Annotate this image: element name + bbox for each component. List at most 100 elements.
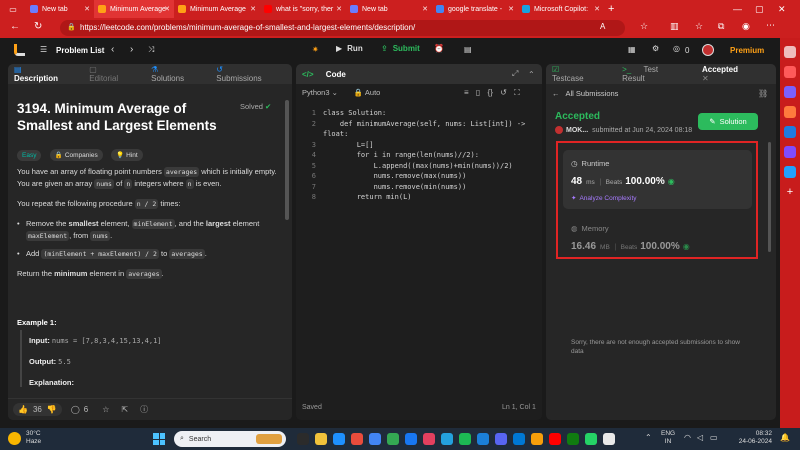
code-line[interactable]: L.append((max(nums)+min(nums))/2) [323,161,537,172]
favorites-icon[interactable]: ☆ [695,21,703,32]
all-submissions-link[interactable]: ← All Submissions [552,89,618,98]
code-editor[interactable]: class Solution: def minimumAverage(self,… [323,108,537,203]
browser-tab[interactable]: what is "sorry, ther ✕ [260,0,346,18]
pinned-app-icon[interactable] [405,433,417,445]
pinned-app-icon[interactable] [495,433,507,445]
username[interactable]: MOK... [566,127,588,134]
pinned-app-icon[interactable] [369,433,381,445]
close-tab-icon[interactable]: ✕ [702,74,709,83]
close-tab-icon[interactable]: ✕ [422,5,428,13]
pinned-app-icon[interactable] [297,433,309,445]
pinned-app-icon[interactable] [387,433,399,445]
run-button[interactable]: ▶ Run [336,44,363,53]
games-sidebar-icon[interactable] [784,146,796,158]
code-line[interactable]: nums.remove(max(nums)) [323,171,537,182]
weather-sun-icon[interactable] [8,432,21,445]
close-tab-icon[interactable]: ✕ [336,5,342,13]
hint-tag[interactable]: 💡 Hint [111,149,143,161]
tab-test-result[interactable]: >_ Test Result [622,65,692,83]
close-tab-icon[interactable]: ✕ [250,5,256,13]
code-line[interactable]: nums.remove(min(nums)) [323,182,537,193]
browser-tab[interactable]: Minimum Average ✕ [94,0,174,18]
tab-code[interactable]: </> Code [302,70,356,79]
minimize-icon[interactable]: — [733,4,742,14]
streak-fire-icon[interactable]: ◎ [673,44,680,53]
expand-icon[interactable]: ⤢ [512,69,518,79]
start-icon[interactable] [153,433,165,445]
tab-editorial[interactable]: ▢ Editorial [89,65,141,83]
reload-icon[interactable]: ↻ [34,21,42,32]
bookmark-icon[interactable]: ▯ [476,88,480,97]
wifi-icon[interactable]: ◠ [684,433,691,442]
pinned-app-icon[interactable] [333,433,345,445]
code-line[interactable]: return min(L) [323,192,537,203]
result-scrollbar[interactable] [768,142,771,252]
premium-link[interactable]: Premium [730,46,764,55]
like-button[interactable]: 👍 36 👎 [13,403,62,416]
profile-icon[interactable]: ◉ [742,21,750,32]
pinned-app-icon[interactable] [477,433,489,445]
search-sidebar-icon[interactable] [784,46,796,58]
code-line[interactable]: class Solution: [323,108,537,119]
reset-icon[interactable]: ↺ [500,88,507,97]
clock[interactable]: 08:32 24-06-2024 [728,430,772,446]
pinned-app-icon[interactable] [567,433,579,445]
help-icon[interactable]: ⓘ [140,404,148,415]
copilot-sidebar-icon[interactable] [784,86,796,98]
pinned-app-icon[interactable] [603,433,615,445]
debug-icon[interactable]: ✷ [312,45,319,54]
language-indicator[interactable]: ENG IN [661,430,675,446]
back-icon[interactable]: ← [10,21,20,32]
search-box[interactable]: ⌕ Search [174,431,286,447]
browser-tab[interactable]: Minimum Average ✕ [174,0,260,18]
comment-icon[interactable]: ◯ [71,405,80,414]
note-icon[interactable]: ≡ [464,88,469,97]
split-screen-icon[interactable]: ▥ [670,21,679,32]
tools-sidebar-icon[interactable] [784,66,796,78]
browser-tab[interactable]: New tab ✕ [26,0,94,18]
browser-tab[interactable]: New tab ✕ [346,0,432,18]
favorite-star-icon[interactable]: ☆ [640,21,648,32]
tab-submissions[interactable]: ↺ Submissions [216,65,282,83]
url-field[interactable]: 🔒 https://leetcode.com/problems/minimum-a… [60,20,625,36]
battery-icon[interactable]: ▭ [710,433,718,442]
description-scrollbar[interactable] [285,100,289,220]
pinned-app-icon[interactable] [315,433,327,445]
notification-bell-icon[interactable]: 🔔 [780,433,790,442]
tray-chevron-icon[interactable]: ⌃ [645,433,652,442]
pinned-app-icon[interactable] [531,433,543,445]
close-window-icon[interactable]: ✕ [778,4,786,15]
companies-tag[interactable]: 🔒 Companies [49,149,103,161]
prev-problem-icon[interactable]: ‹ [111,44,114,55]
drop-sidebar-icon[interactable] [784,166,796,178]
tab-accepted[interactable]: Accepted ✕ [702,65,766,83]
problem-list-link[interactable]: Problem List [56,46,104,55]
avatar[interactable] [702,44,714,56]
code-line[interactable]: L=[] [323,140,537,151]
notes-icon[interactable]: ▤ [464,45,472,54]
collapse-icon[interactable]: ⌃ [528,70,535,79]
submit-button[interactable]: ⇪ Submit [381,44,420,53]
volume-icon[interactable]: ◁ [697,433,703,442]
pinned-app-icon[interactable] [459,433,471,445]
pinned-app-icon[interactable] [441,433,453,445]
code-line[interactable]: for i in range(len(nums)//2): [323,150,537,161]
maximize-icon[interactable]: ▢ [755,4,764,15]
settings-gear-icon[interactable]: ⚙ [652,44,659,53]
pinned-app-icon[interactable] [513,433,525,445]
close-tab-icon[interactable]: ✕ [594,5,600,13]
layout-icon[interactable]: ▦ [628,45,636,54]
pinned-app-icon[interactable] [423,433,435,445]
tab-description[interactable]: ▤ Description [14,65,79,83]
shuffle-icon[interactable]: ⤨ [148,45,154,55]
language-select[interactable]: Python3 ⌄ [302,88,338,97]
browser-tab[interactable]: Microsoft Copilot: ✕ [518,0,604,18]
close-tab-icon[interactable]: ✕ [164,5,170,13]
close-tab-icon[interactable]: ✕ [84,5,90,13]
pinned-app-icon[interactable] [351,433,363,445]
add-sidebar-icon[interactable]: + [784,186,796,198]
tab-actions-icon[interactable]: ▭ [0,5,26,14]
favorite-icon[interactable]: ☆ [102,405,109,414]
solution-button[interactable]: ✎ Solution [698,113,758,130]
link-icon[interactable]: ⛓ [758,89,768,98]
